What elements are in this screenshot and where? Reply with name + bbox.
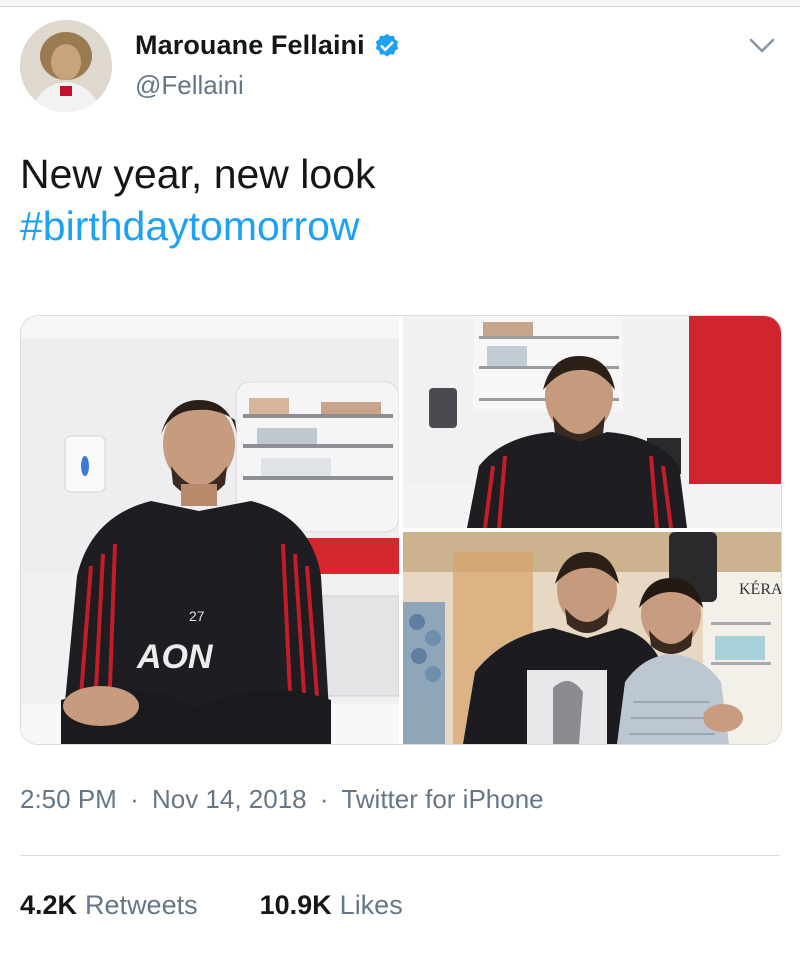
top-border <box>0 0 800 7</box>
display-name[interactable]: Marouane Fellaini <box>135 30 365 61</box>
tweet-text: New year, new look #birthdaytomorrow <box>20 148 376 252</box>
avatar-image <box>20 20 112 112</box>
likes-label: Likes <box>339 890 403 920</box>
meta-separator: · <box>319 784 329 814</box>
tweet-stats: 4.2K Retweets 10.9K Likes <box>20 890 465 921</box>
retweets-label: Retweets <box>85 890 198 920</box>
photo-3[interactable]: KÉRA <box>403 532 781 744</box>
media-grid: 27 AON KÉRA <box>20 315 782 745</box>
likes-stat[interactable]: 10.9K Likes <box>260 890 403 921</box>
tweet-source[interactable]: Twitter for iPhone <box>341 784 543 814</box>
author-name-row: Marouane Fellaini <box>135 30 401 61</box>
tweet-body: New year, new look <box>20 151 376 197</box>
hashtag-link[interactable]: #birthdaytomorrow <box>20 200 376 252</box>
salon-sign: KÉRA <box>739 579 781 598</box>
divider <box>20 855 780 856</box>
photo-1[interactable]: 27 AON <box>21 316 399 744</box>
jersey-sponsor: AON <box>136 638 214 676</box>
jersey-number: 27 <box>189 608 205 624</box>
avatar[interactable] <box>20 20 112 112</box>
likes-count: 10.9K <box>259 890 332 920</box>
tweet-time[interactable]: 2:50 PM <box>20 784 117 814</box>
tweet-meta: 2:50 PM · Nov 14, 2018 · Twitter for iPh… <box>20 784 544 815</box>
meta-separator: · <box>130 784 139 814</box>
verified-badge-icon <box>375 33 398 57</box>
tweet-date[interactable]: Nov 14, 2018 <box>152 784 307 814</box>
chevron-down-icon[interactable] <box>748 36 776 56</box>
retweets-count: 4.2K <box>20 890 78 920</box>
photo-2[interactable] <box>403 316 781 528</box>
retweets-stat[interactable]: 4.2K Retweets <box>20 890 198 921</box>
user-handle[interactable]: @Fellaini <box>135 70 244 101</box>
